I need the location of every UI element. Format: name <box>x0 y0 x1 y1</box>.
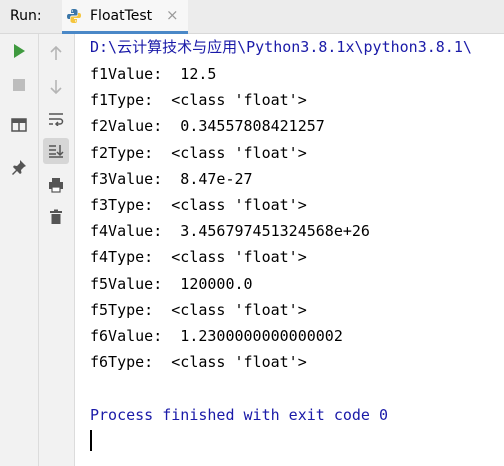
output-line: f5Type: <class 'float'> <box>90 301 307 319</box>
pin-icon[interactable] <box>6 154 32 180</box>
output-line: f1Type: <class 'float'> <box>90 91 307 109</box>
console-output[interactable]: D:\云计算技术与应用\Python3.8.1x\python3.8.1\ f1… <box>90 35 504 465</box>
interpreter-path-line: D:\云计算技术与应用\Python3.8.1x\python3.8.1\ <box>90 38 472 56</box>
exit-status-line: Process finished with exit code 0 <box>90 406 389 424</box>
soft-wrap-icon[interactable] <box>43 106 69 132</box>
layout-icon[interactable] <box>6 112 32 138</box>
stop-icon[interactable] <box>6 72 32 98</box>
output-line: f3Value: 8.47e-27 <box>90 170 253 188</box>
tab-label: FloatTest <box>90 8 153 24</box>
console-actions-toolbar <box>39 34 75 466</box>
tab-floattest[interactable]: FloatTest × <box>62 0 188 34</box>
output-line: f4Type: <class 'float'> <box>90 248 307 266</box>
output-line: f5Value: 120000.0 <box>90 275 253 293</box>
output-line: f4Value: 3.456797451324568e+26 <box>90 222 370 240</box>
trash-icon[interactable] <box>43 204 69 230</box>
text-caret <box>90 430 92 451</box>
output-line: f6Type: <class 'float'> <box>90 353 307 371</box>
close-icon[interactable]: × <box>166 6 179 24</box>
run-actions-toolbar <box>0 34 39 466</box>
output-line: f3Type: <class 'float'> <box>90 196 307 214</box>
output-line: f2Value: 0.34557808421257 <box>90 117 325 135</box>
python-icon <box>66 8 82 24</box>
print-icon[interactable] <box>43 172 69 198</box>
output-line: f2Type: <class 'float'> <box>90 144 307 162</box>
run-tool-window-header: Run: FloatTest × <box>0 0 504 34</box>
rerun-icon[interactable] <box>6 38 32 64</box>
output-line: f6Value: 1.2300000000000002 <box>90 327 343 345</box>
run-label: Run: <box>10 8 42 24</box>
up-arrow-icon[interactable] <box>43 40 69 66</box>
scroll-to-end-icon[interactable] <box>43 138 69 164</box>
down-arrow-icon[interactable] <box>43 74 69 100</box>
output-line: f1Value: 12.5 <box>90 65 217 83</box>
